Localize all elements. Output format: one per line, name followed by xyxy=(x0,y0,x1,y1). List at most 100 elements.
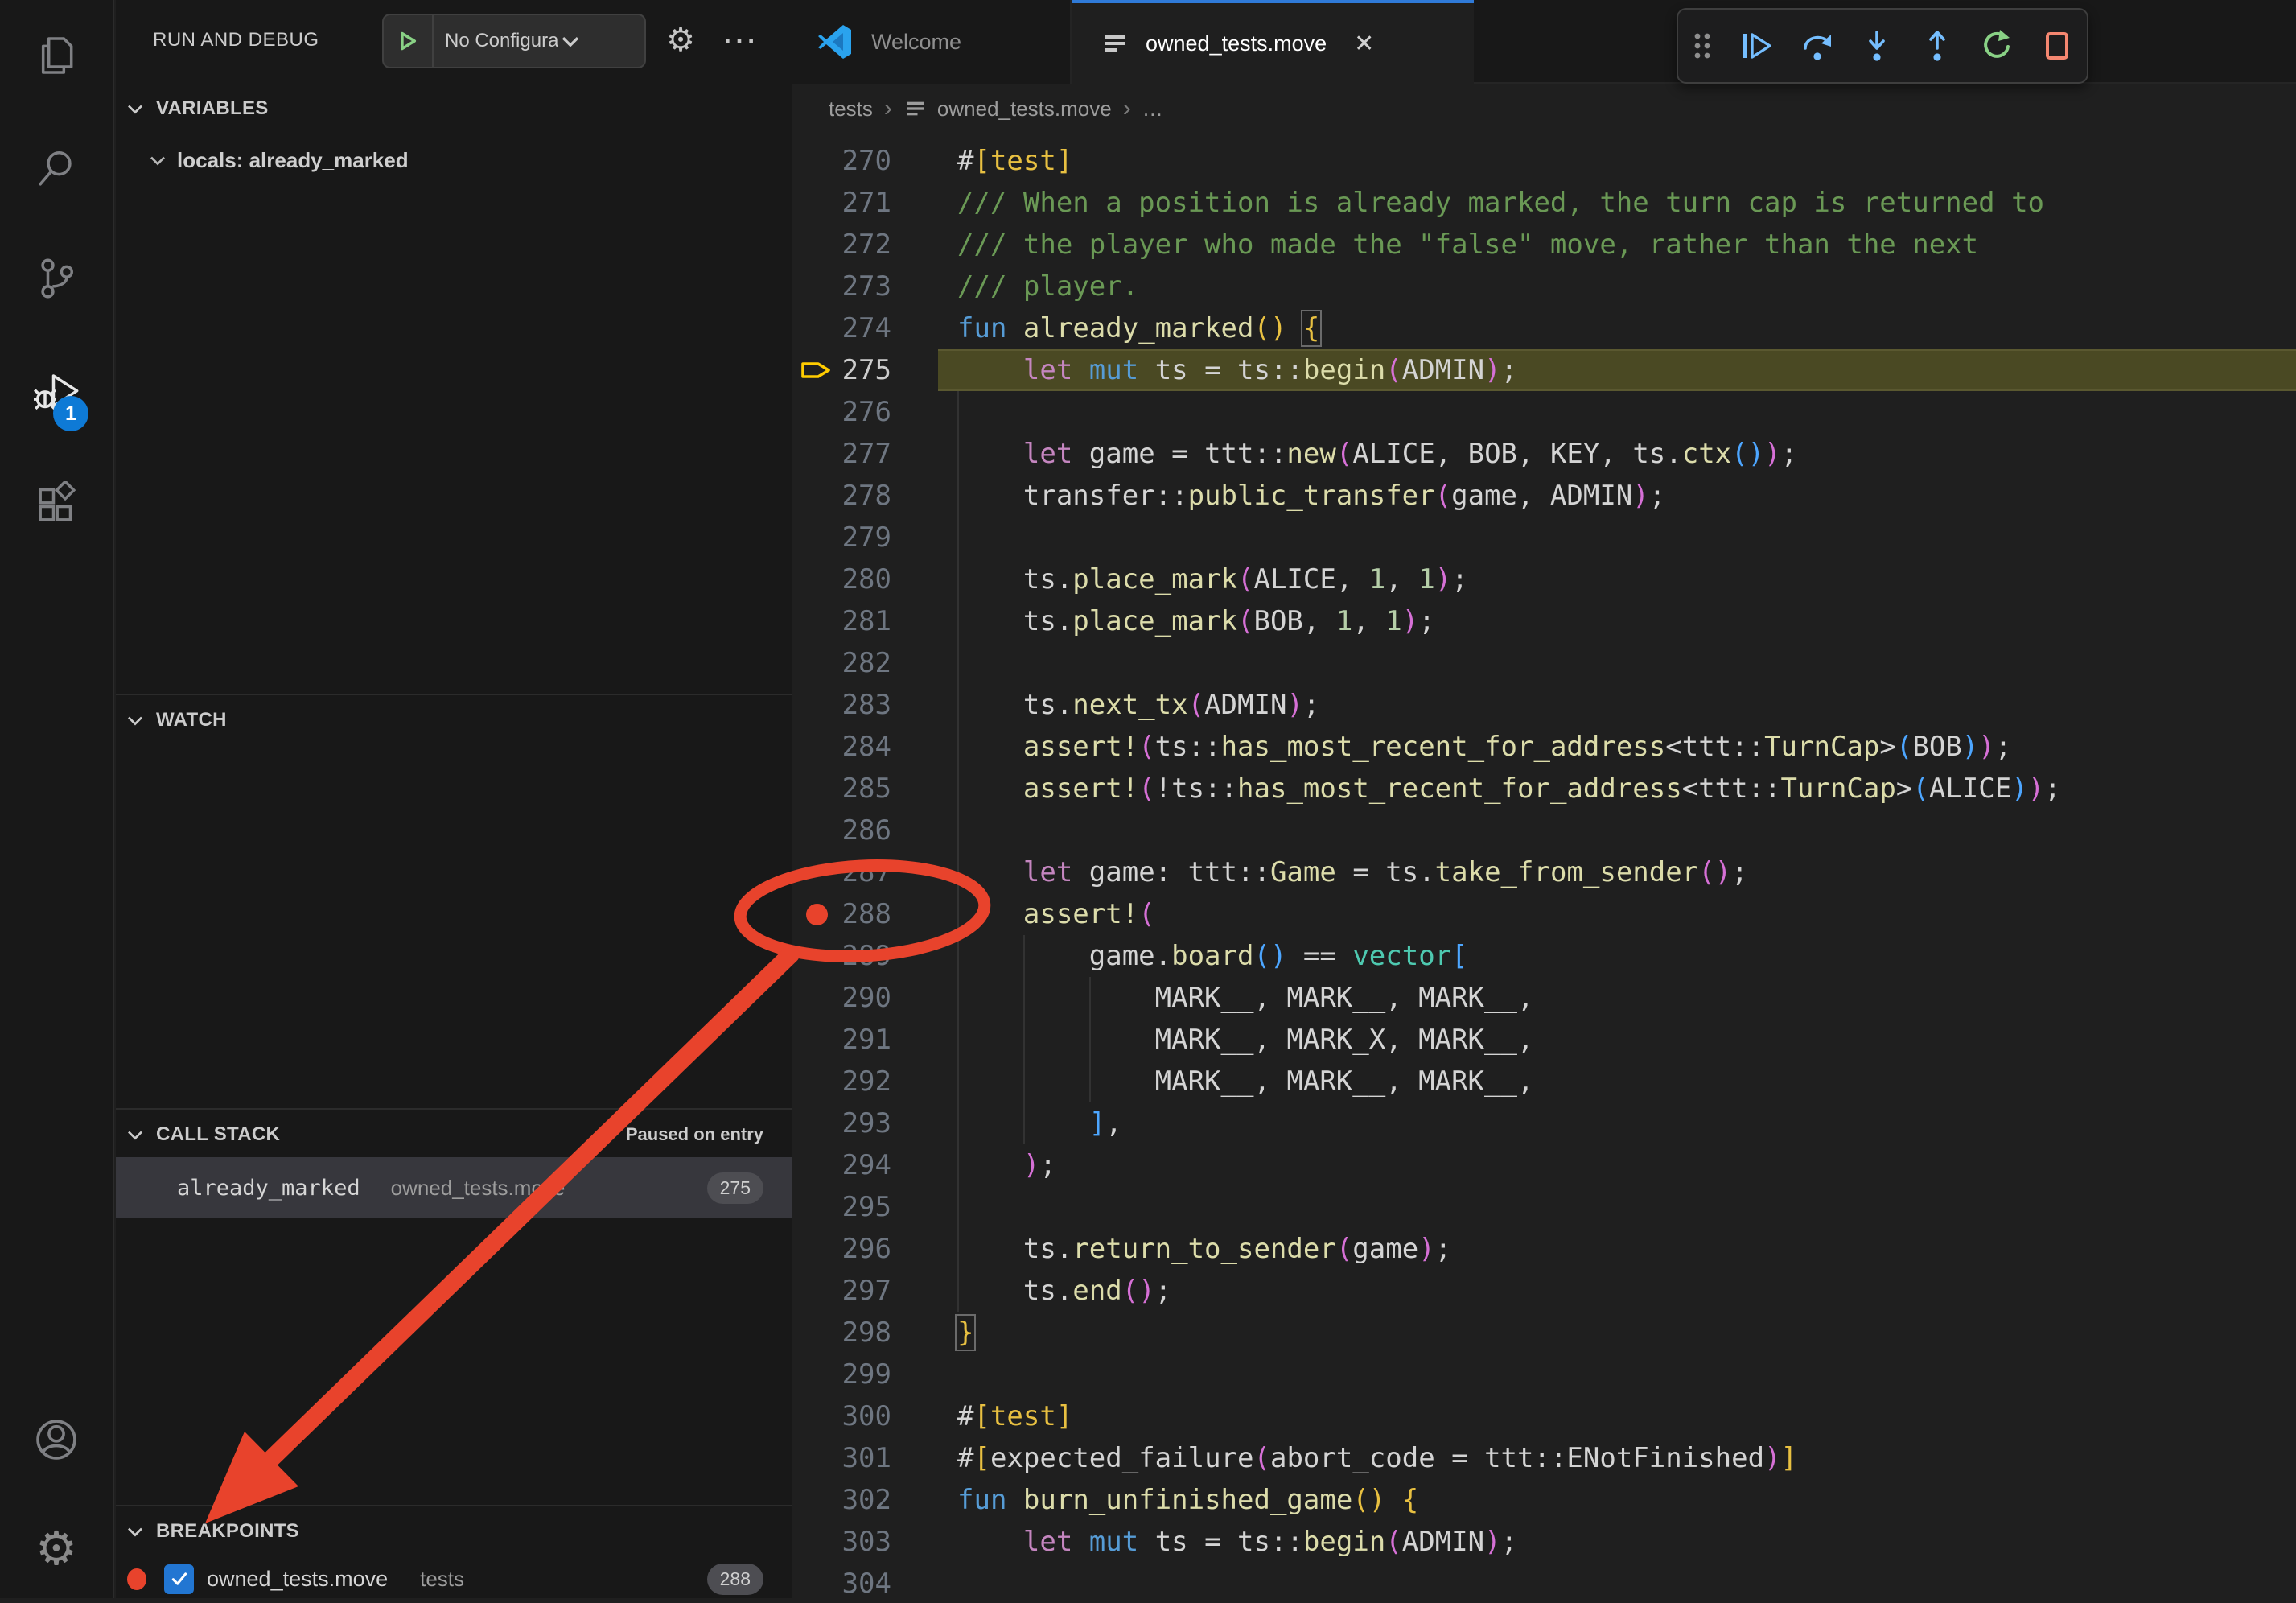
step-out-button[interactable] xyxy=(1918,27,1956,65)
code-line-297[interactable]: 297 ts.end(); xyxy=(792,1270,2296,1312)
line-number[interactable]: 282 xyxy=(829,642,891,684)
code-line-271[interactable]: 271/// When a position is already marked… xyxy=(792,182,2296,224)
line-number[interactable]: 284 xyxy=(829,726,891,768)
code-line-288[interactable]: 288 assert!( xyxy=(792,893,2296,935)
code-line-283[interactable]: 283 ts.next_tx(ADMIN); xyxy=(792,684,2296,726)
debug-config-dropdown[interactable]: No Configura xyxy=(382,14,646,68)
line-number[interactable]: 288 xyxy=(829,893,891,935)
code-line-272[interactable]: 272/// the player who made the "false" m… xyxy=(792,224,2296,266)
tab-owned-tests-move[interactable]: owned_tests.move ✕ xyxy=(1072,0,1474,84)
code-line-281[interactable]: 281 ts.place_mark(BOB, 1, 1); xyxy=(792,600,2296,642)
settings-gear-icon[interactable]: ⚙ xyxy=(35,1521,77,1576)
search-icon[interactable] xyxy=(34,146,79,191)
line-number[interactable]: 302 xyxy=(829,1479,891,1521)
code-editor[interactable]: 270#[test]271/// When a position is alre… xyxy=(792,134,2296,1598)
line-number[interactable]: 299 xyxy=(829,1354,891,1395)
step-into-button[interactable] xyxy=(1858,27,1896,65)
breadcrumb-folder[interactable]: tests xyxy=(829,97,873,122)
line-number[interactable]: 283 xyxy=(829,684,891,726)
line-number[interactable]: 295 xyxy=(829,1186,891,1228)
breakpoint-checkbox[interactable] xyxy=(164,1564,194,1594)
line-number[interactable]: 280 xyxy=(829,558,891,600)
code-line-298[interactable]: 298} xyxy=(792,1312,2296,1354)
line-number[interactable]: 274 xyxy=(829,307,891,349)
line-number[interactable]: 304 xyxy=(829,1563,891,1598)
breakpoints-section-header[interactable]: BREAKPOINTS xyxy=(116,1508,792,1555)
line-number[interactable]: 300 xyxy=(829,1395,891,1437)
code-line-280[interactable]: 280 ts.place_mark(ALICE, 1, 1); xyxy=(792,558,2296,600)
extensions-icon[interactable] xyxy=(34,481,79,526)
watch-section-header[interactable]: WATCH xyxy=(116,697,792,744)
line-number[interactable]: 298 xyxy=(829,1312,891,1354)
line-number[interactable]: 297 xyxy=(829,1270,891,1312)
stop-button[interactable] xyxy=(2039,27,2076,65)
code-line-300[interactable]: 300#[test] xyxy=(792,1395,2296,1437)
code-line-287[interactable]: 287 let game: ttt::Game = ts.take_from_s… xyxy=(792,851,2296,893)
code-line-301[interactable]: 301#[expected_failure(abort_code = ttt::… xyxy=(792,1437,2296,1479)
restart-button[interactable] xyxy=(1978,27,2016,65)
breadcrumb-symbol[interactable]: … xyxy=(1142,97,1163,122)
code-line-282[interactable]: 282 xyxy=(792,642,2296,684)
code-line-302[interactable]: 302fun burn_unfinished_game() { xyxy=(792,1479,2296,1521)
line-number[interactable]: 281 xyxy=(829,600,891,642)
breakpoint-list-item[interactable]: owned_tests.move tests 288 xyxy=(116,1555,792,1603)
code-line-276[interactable]: 276 xyxy=(792,391,2296,433)
code-line-270[interactable]: 270#[test] xyxy=(792,140,2296,182)
line-number[interactable]: 286 xyxy=(829,810,891,851)
tab-welcome[interactable]: Welcome xyxy=(792,0,1072,84)
step-over-button[interactable] xyxy=(1798,27,1836,65)
line-number[interactable]: 293 xyxy=(829,1102,891,1144)
line-number[interactable]: 279 xyxy=(829,517,891,558)
line-number[interactable]: 277 xyxy=(829,433,891,475)
line-number[interactable]: 289 xyxy=(829,935,891,977)
account-icon[interactable] xyxy=(33,1416,80,1463)
line-number[interactable]: 292 xyxy=(829,1061,891,1102)
views-more-icon[interactable]: ⋯ xyxy=(716,0,764,80)
line-number[interactable]: 291 xyxy=(829,1019,891,1061)
code-line-274[interactable]: 274fun already_marked() { xyxy=(792,307,2296,349)
code-line-293[interactable]: 293 ], xyxy=(792,1102,2296,1144)
code-line-273[interactable]: 273/// player. xyxy=(792,266,2296,307)
line-number[interactable]: 278 xyxy=(829,475,891,517)
code-line-289[interactable]: 289 game.board() == vector[ xyxy=(792,935,2296,977)
code-line-286[interactable]: 286 xyxy=(792,810,2296,851)
line-number[interactable]: 294 xyxy=(829,1144,891,1186)
code-line-303[interactable]: 303 let mut ts = ts::begin(ADMIN); xyxy=(792,1521,2296,1563)
code-line-284[interactable]: 284 assert!(ts::has_most_recent_for_addr… xyxy=(792,726,2296,768)
line-number[interactable]: 285 xyxy=(829,768,891,810)
continue-button[interactable] xyxy=(1738,27,1776,65)
line-number[interactable]: 301 xyxy=(829,1437,891,1479)
line-number[interactable]: 271 xyxy=(829,182,891,224)
code-line-304[interactable]: 304 xyxy=(792,1563,2296,1598)
variables-section-header[interactable]: VARIABLES xyxy=(116,85,792,132)
drag-handle-icon[interactable] xyxy=(1689,27,1716,65)
line-number[interactable]: 275 xyxy=(829,349,891,391)
breadcrumb-file[interactable]: owned_tests.move xyxy=(937,97,1112,122)
line-number[interactable]: 272 xyxy=(829,224,891,266)
line-number[interactable]: 287 xyxy=(829,851,891,893)
code-line-279[interactable]: 279 xyxy=(792,517,2296,558)
code-line-294[interactable]: 294 ); xyxy=(792,1144,2296,1186)
line-number[interactable]: 276 xyxy=(829,391,891,433)
code-line-290[interactable]: 290 MARK__, MARK__, MARK__, xyxy=(792,977,2296,1019)
code-line-299[interactable]: 299 xyxy=(792,1354,2296,1395)
code-line-295[interactable]: 295 xyxy=(792,1186,2296,1228)
variables-scope-row[interactable]: locals: already_marked xyxy=(116,135,792,185)
start-debug-icon[interactable] xyxy=(384,15,434,67)
debug-settings-gear-icon[interactable]: ⚙ xyxy=(656,0,705,80)
code-line-277[interactable]: 277 let game = ttt::new(ALICE, BOB, KEY,… xyxy=(792,433,2296,475)
call-stack-frame-row[interactable]: already_marked owned_tests.move 275 xyxy=(116,1157,792,1218)
code-line-291[interactable]: 291 MARK__, MARK_X, MARK__, xyxy=(792,1019,2296,1061)
code-line-296[interactable]: 296 ts.return_to_sender(game); xyxy=(792,1228,2296,1270)
line-number[interactable]: 270 xyxy=(829,140,891,182)
code-line-292[interactable]: 292 MARK__, MARK__, MARK__, xyxy=(792,1061,2296,1102)
code-line-275[interactable]: 275 let mut ts = ts::begin(ADMIN); xyxy=(792,349,2296,391)
files-icon[interactable] xyxy=(34,33,79,78)
line-number[interactable]: 296 xyxy=(829,1228,891,1270)
code-line-278[interactable]: 278 transfer::public_transfer(game, ADMI… xyxy=(792,475,2296,517)
code-line-285[interactable]: 285 assert!(!ts::has_most_recent_for_add… xyxy=(792,768,2296,810)
line-number[interactable]: 273 xyxy=(829,266,891,307)
line-number[interactable]: 303 xyxy=(829,1521,891,1563)
source-control-icon[interactable] xyxy=(34,256,79,301)
line-number[interactable]: 290 xyxy=(829,977,891,1019)
